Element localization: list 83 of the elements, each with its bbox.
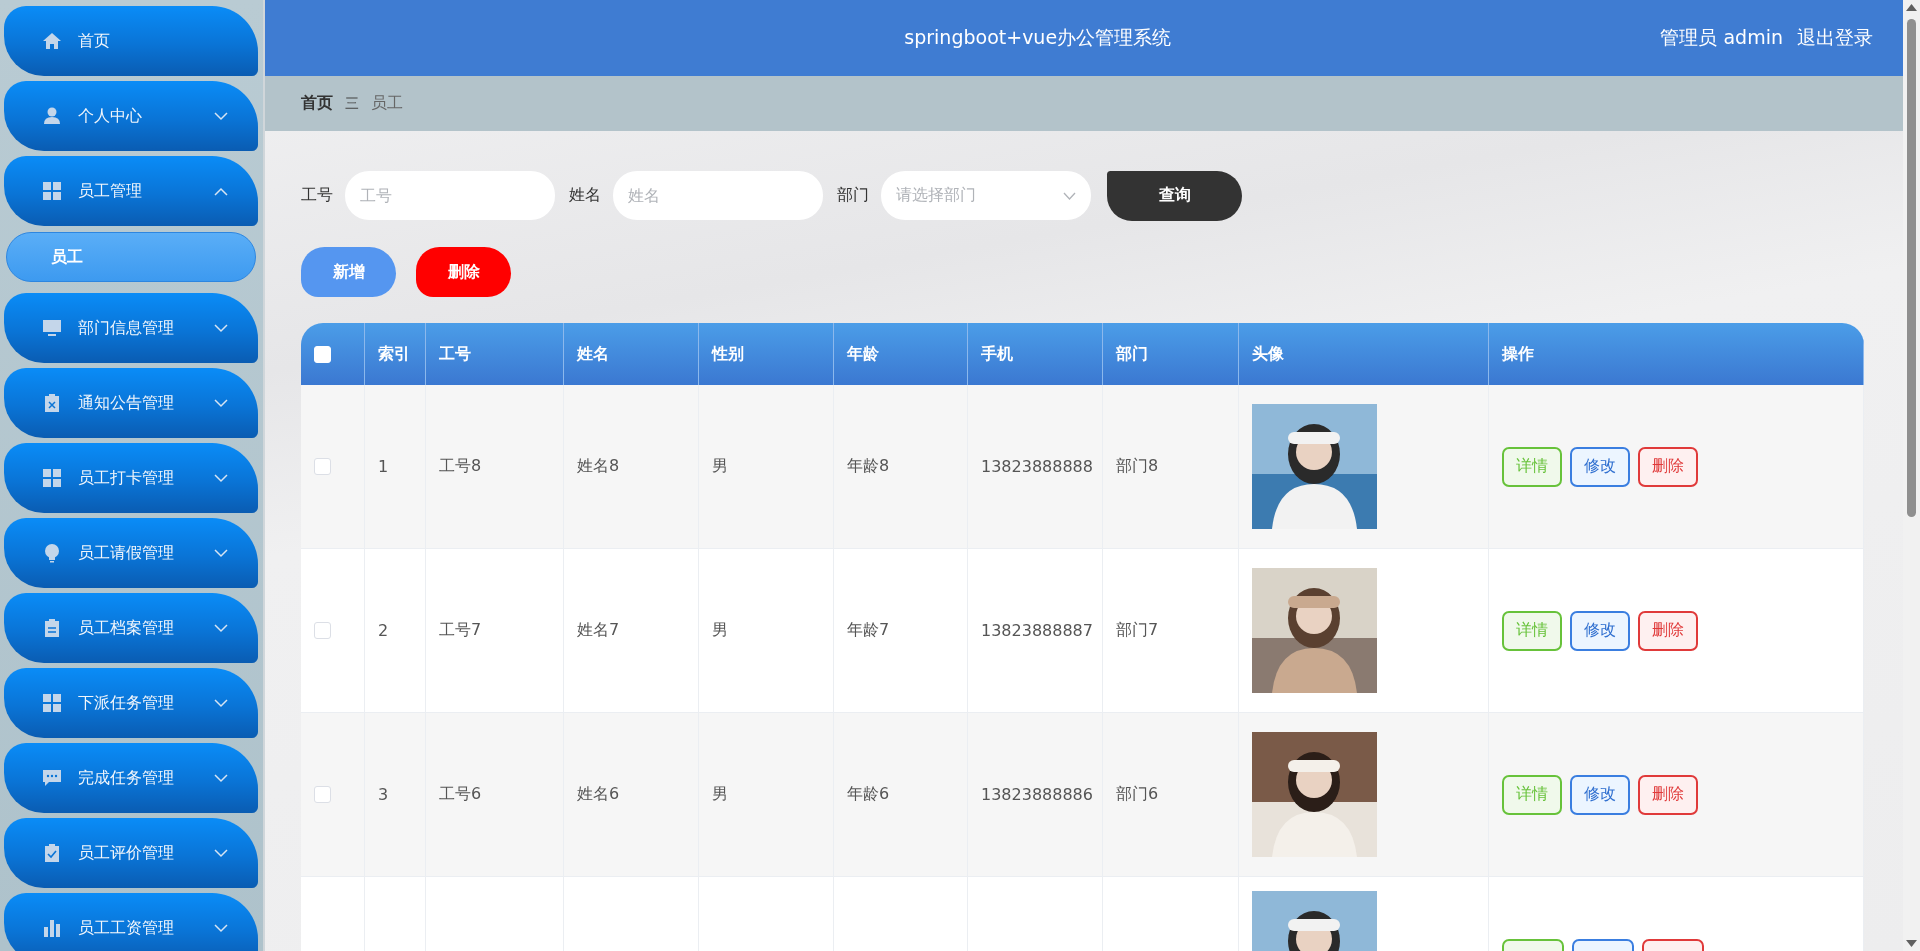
- sidebar-item[interactable]: 员工工资管理: [4, 893, 258, 951]
- sidebar-item[interactable]: 员工请假管理: [4, 518, 258, 588]
- column-header: 手机: [981, 343, 1013, 365]
- delete-button[interactable]: 删除: [1638, 446, 1698, 487]
- grid-icon: [42, 181, 62, 201]
- column-header: 部门: [1116, 343, 1148, 365]
- user-name: 管理员 admin: [1660, 25, 1783, 50]
- column-header: 性别: [712, 343, 744, 365]
- chevron-down-icon: [1063, 191, 1076, 200]
- clipboard-x-icon: [42, 393, 62, 413]
- sidebar-item[interactable]: 下派任务管理: [4, 668, 258, 738]
- query-button[interactable]: 查询: [1107, 170, 1242, 221]
- delete-button[interactable]: 删除: [416, 247, 511, 297]
- home-icon: [42, 31, 62, 51]
- clipboard-icon: [42, 618, 62, 638]
- field-label: 部门: [837, 185, 869, 206]
- table-cell: 13823888886: [981, 785, 1093, 804]
- table-cell: 13823888887: [981, 621, 1093, 640]
- search-field[interactable]: 工号: [345, 171, 555, 220]
- table-cell: 2: [378, 621, 389, 640]
- clipboard-check-icon: [42, 843, 62, 863]
- user-icon: [42, 106, 62, 126]
- sidebar-item[interactable]: 首页: [4, 6, 258, 76]
- breadcrumb-item[interactable]: 首页: [301, 93, 333, 114]
- table-cell: 工号6: [439, 784, 482, 805]
- sidebar-item[interactable]: 个人中心: [4, 81, 258, 151]
- column-header: 年龄: [847, 343, 879, 365]
- logout-link[interactable]: 退出登录: [1797, 25, 1873, 51]
- app-title: springboot+vue办公管理系统: [903, 25, 1173, 50]
- bar-chart-icon: [42, 918, 62, 938]
- sidebar-item[interactable]: 通知公告管理: [4, 368, 258, 438]
- table-cell: 部门8: [1116, 456, 1159, 477]
- table-cell: 年龄6: [847, 784, 890, 805]
- column-header: 操作: [1502, 343, 1534, 365]
- table-cell: 姓名7: [577, 620, 620, 641]
- scrollbar-thumb[interactable]: [1907, 19, 1916, 517]
- table-cell: 姓名6: [577, 784, 620, 805]
- edit-button[interactable]: 修改: [1570, 610, 1630, 651]
- column-header: 姓名: [577, 343, 609, 365]
- scroll-down-icon[interactable]: [1906, 940, 1917, 947]
- breadcrumb-separator: 三: [345, 94, 359, 113]
- table-cell: 1: [378, 457, 389, 476]
- chat-icon: [42, 768, 62, 788]
- lightbulb-icon: [42, 543, 62, 563]
- table-cell: 男: [712, 620, 728, 641]
- select-all-checkbox[interactable]: [314, 345, 331, 363]
- field-label: 工号: [301, 185, 333, 206]
- sidebar-item[interactable]: 员工档案管理: [4, 593, 258, 663]
- table-cell: 男: [712, 784, 728, 805]
- edit-button[interactable]: 修改: [1570, 774, 1630, 815]
- table-cell: 部门6: [1116, 784, 1159, 805]
- row-checkbox[interactable]: [314, 622, 331, 639]
- table-cell: 姓名8: [577, 456, 620, 477]
- grid-icon: [42, 468, 62, 488]
- table-cell: 年龄8: [847, 456, 890, 477]
- edit-button[interactable]: 修改: [1570, 446, 1630, 487]
- sidebar-item[interactable]: 员工管理: [4, 156, 258, 226]
- column-header: 头像: [1252, 343, 1284, 365]
- sidebar-item[interactable]: 部门信息管理: [4, 293, 258, 363]
- sidebar-subitem[interactable]: 员工: [6, 232, 256, 282]
- table-cell: 部门7: [1116, 620, 1159, 641]
- column-header: 索引: [378, 343, 410, 365]
- scroll-up-icon[interactable]: [1906, 4, 1917, 11]
- table-cell: 工号7: [439, 620, 482, 641]
- sidebar-item[interactable]: 员工评价管理: [4, 818, 258, 888]
- search-field[interactable]: 姓名: [613, 171, 823, 220]
- table-cell: 3: [378, 785, 389, 804]
- breadcrumb-item: 员工: [371, 93, 403, 114]
- field-label: 姓名: [569, 185, 601, 206]
- column-header: 工号: [439, 343, 471, 365]
- table-cell: 男: [712, 456, 728, 477]
- monitor-icon: [42, 318, 62, 338]
- table-cell: 13823888888: [981, 457, 1093, 476]
- sidebar-item[interactable]: 员工打卡管理: [4, 443, 258, 513]
- delete-button[interactable]: 删除: [1638, 610, 1698, 651]
- delete-button[interactable]: 删除: [1638, 774, 1698, 815]
- table-cell: 工号8: [439, 456, 482, 477]
- add-button[interactable]: 新增: [301, 247, 396, 297]
- table-cell: 年龄7: [847, 620, 890, 641]
- row-checkbox[interactable]: [314, 786, 331, 803]
- row-checkbox[interactable]: [314, 458, 331, 475]
- sidebar-item[interactable]: 完成任务管理: [4, 743, 258, 813]
- grid-icon: [42, 693, 62, 713]
